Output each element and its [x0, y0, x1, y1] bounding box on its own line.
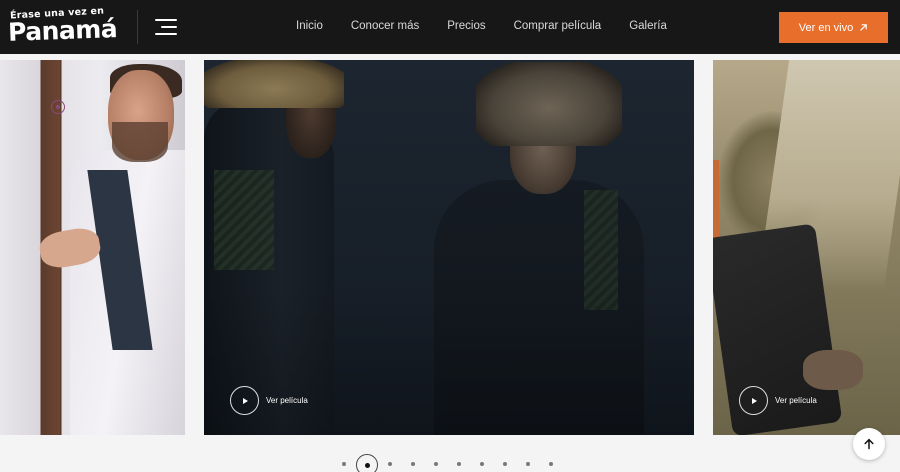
- watch-movie-button[interactable]: Ver película: [230, 386, 308, 415]
- site-header: Érase una vez en Panamá Inicio Conocer m…: [0, 0, 900, 54]
- target-icon: [51, 100, 65, 114]
- watch-movie-label-next: Ver película: [775, 396, 817, 405]
- carousel-dot-active-center: [364, 462, 370, 468]
- carousel-dot[interactable]: [411, 462, 415, 466]
- main-nav: Inicio Conocer más Precios Comprar pelíc…: [296, 20, 667, 32]
- nav-item-galeria[interactable]: Galería: [629, 20, 667, 32]
- nav-item-inicio[interactable]: Inicio: [296, 20, 323, 32]
- slide-previous[interactable]: [0, 60, 185, 435]
- carousel-dot-active[interactable]: [356, 454, 378, 472]
- scroll-to-top-button[interactable]: [853, 428, 885, 460]
- arrow-up-icon: [864, 438, 874, 450]
- slide-next[interactable]: Ver película: [713, 60, 900, 435]
- header-divider: [137, 10, 138, 44]
- slide-current[interactable]: Ver película: [204, 60, 694, 435]
- carousel-dot[interactable]: [342, 462, 346, 466]
- carousel-dot[interactable]: [549, 462, 553, 466]
- carousel-dot[interactable]: [480, 462, 484, 466]
- nav-item-precios[interactable]: Precios: [447, 20, 485, 32]
- site-logo[interactable]: Érase una vez en Panamá: [7, 6, 124, 48]
- carousel-dot[interactable]: [388, 462, 392, 466]
- play-icon: [739, 386, 768, 415]
- carousel-dot[interactable]: [434, 462, 438, 466]
- carousel-pagination: [339, 454, 559, 472]
- arrow-up-right-icon: [860, 24, 867, 31]
- carousel-dot[interactable]: [526, 462, 530, 466]
- gallery-carousel[interactable]: Ver película Ver película: [0, 60, 900, 435]
- watch-movie-button-next[interactable]: Ver película: [739, 386, 817, 415]
- watch-movie-label: Ver película: [266, 396, 308, 405]
- carousel-dot[interactable]: [503, 462, 507, 466]
- watch-live-label: Ver en vivo: [798, 21, 854, 34]
- play-icon: [230, 386, 259, 415]
- watch-live-button[interactable]: Ver en vivo: [779, 12, 888, 43]
- nav-item-comprar-pelicula[interactable]: Comprar película: [514, 20, 602, 32]
- logo-title: Panamá: [7, 14, 118, 47]
- page: Érase una vez en Panamá Inicio Conocer m…: [0, 0, 900, 472]
- carousel-dot[interactable]: [457, 462, 461, 466]
- nav-item-conocer-mas[interactable]: Conocer más: [351, 20, 419, 32]
- menu-icon[interactable]: [155, 18, 177, 36]
